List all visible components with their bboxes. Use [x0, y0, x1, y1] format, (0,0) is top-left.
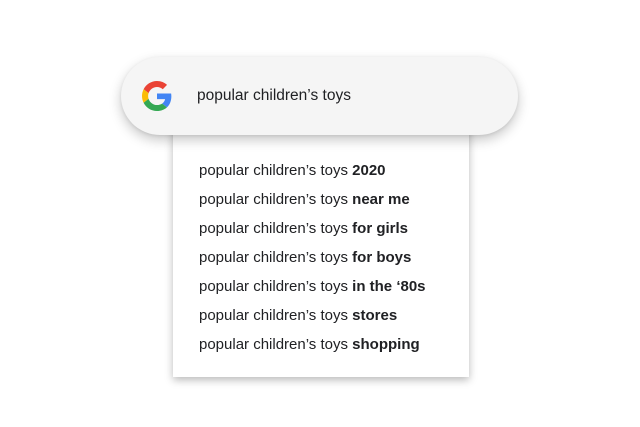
google-g-icon: [142, 81, 172, 111]
suggestion-prefix: popular children’s toys: [199, 191, 353, 208]
suggestion-prefix: popular children’s toys: [199, 220, 353, 237]
suggestion-prefix: popular children’s toys: [199, 249, 353, 266]
suggestion-prefix: popular children’s toys: [199, 307, 353, 324]
suggestion-completion: in the ‘80s: [352, 278, 426, 295]
search-input[interactable]: popular children’s toys: [197, 83, 351, 109]
suggestion-completion: stores: [352, 307, 398, 324]
autocomplete-suggestion[interactable]: popular children’s toys shopping: [173, 330, 469, 359]
autocomplete-suggestion[interactable]: popular children’s toys for boys: [173, 243, 469, 272]
suggestion-prefix: popular children’s toys: [199, 336, 353, 353]
suggestion-prefix: popular children’s toys: [199, 162, 353, 179]
suggestion-completion: for girls: [352, 220, 408, 237]
autocomplete-suggestion[interactable]: popular children’s toys for girls: [173, 214, 469, 243]
autocomplete-suggestion[interactable]: popular children’s toys stores: [173, 301, 469, 330]
suggestion-completion: for boys: [352, 249, 412, 266]
suggestion-completion: shopping: [352, 336, 420, 353]
suggestion-completion: 2020: [352, 162, 386, 179]
autocomplete-suggestion[interactable]: popular children’s toys 2020: [173, 156, 469, 185]
search-bar[interactable]: popular children’s toys: [121, 57, 518, 135]
autocomplete-dropdown: popular children’s toys 2020 popular chi…: [173, 118, 469, 377]
suggestion-completion: near me: [352, 191, 410, 208]
autocomplete-suggestion[interactable]: popular children’s toys near me: [173, 185, 469, 214]
autocomplete-suggestion[interactable]: popular children’s toys in the ‘80s: [173, 272, 469, 301]
search-illustration: popular children’s toys 2020 popular chi…: [0, 0, 640, 427]
suggestion-prefix: popular children’s toys: [199, 278, 353, 295]
